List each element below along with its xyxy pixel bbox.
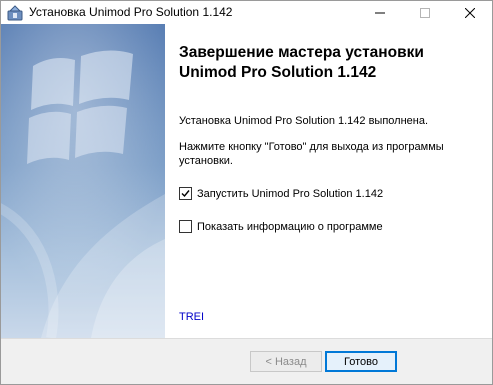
- wizard-banner-image: [1, 24, 165, 338]
- maximize-button[interactable]: [402, 1, 447, 24]
- show-info-checkbox-row[interactable]: Показать информацию о программе: [179, 220, 383, 233]
- instruction-text: Нажмите кнопку "Готово" для выхода из пр…: [179, 141, 444, 167]
- wizard-footer: < Назад Готово: [1, 339, 492, 384]
- back-button[interactable]: < Назад: [250, 351, 322, 372]
- launch-app-checkbox-label[interactable]: Запустить Unimod Pro Solution 1.142: [197, 188, 383, 200]
- installer-window: Установка Unimod Pro Solution 1.142 Заве…: [0, 0, 493, 385]
- finish-button[interactable]: Готово: [325, 351, 397, 372]
- maximize-icon: [419, 7, 430, 18]
- window-title: Установка Unimod Pro Solution 1.142: [29, 5, 233, 19]
- show-info-checkbox[interactable]: [179, 220, 192, 233]
- minimize-button[interactable]: [357, 1, 402, 24]
- page-title: Завершение мастера установки Unimod Pro …: [179, 44, 424, 81]
- launch-app-checkbox-row[interactable]: Запустить Unimod Pro Solution 1.142: [179, 187, 383, 200]
- completed-text: Установка Unimod Pro Solution 1.142 выпо…: [179, 115, 429, 127]
- minimize-icon: [374, 12, 385, 13]
- title-bar[interactable]: Установка Unimod Pro Solution 1.142: [1, 1, 492, 24]
- show-info-checkbox-label[interactable]: Показать информацию о программе: [197, 221, 383, 233]
- installer-app-icon: [7, 5, 23, 21]
- launch-app-checkbox[interactable]: [179, 187, 192, 200]
- close-button[interactable]: [447, 1, 492, 24]
- vendor-link[interactable]: TREI: [179, 311, 204, 323]
- close-icon: [464, 7, 475, 18]
- checkmark-icon: [181, 190, 190, 198]
